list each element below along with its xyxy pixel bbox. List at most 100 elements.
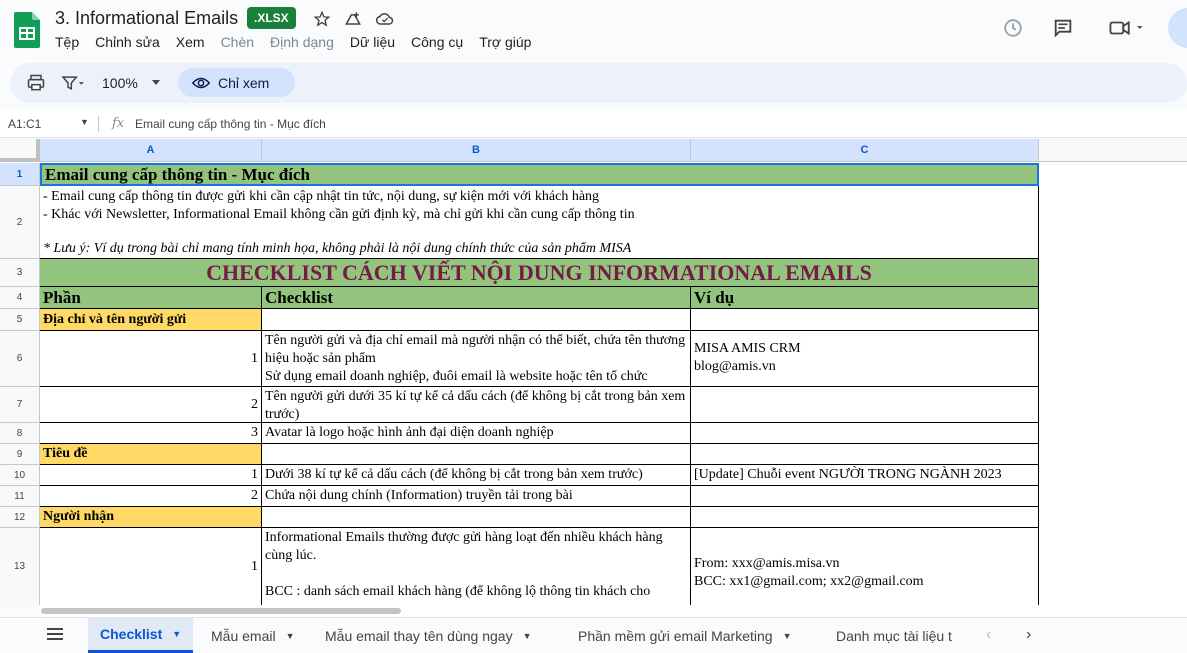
cell-c10[interactable]: [Update] Chuỗi event NGƯỜI TRONG NGÀNH 2… [691, 465, 1039, 486]
cell-b6-line-2: Sử dụng email doanh nghiệp, đuôi email l… [265, 369, 648, 384]
cell-b11[interactable]: Chứa nội dung chính (Information) truyền… [262, 486, 691, 507]
cell-a9-section[interactable]: Tiêu đề [40, 444, 262, 465]
cell-a5-section[interactable]: Địa chỉ và tên người gửi [40, 309, 262, 331]
name-box[interactable]: A1:C1 [8, 117, 41, 131]
formula-divider [98, 116, 99, 132]
cell-c8[interactable] [691, 423, 1039, 444]
row-header-4[interactable]: 4 [0, 287, 40, 309]
cell-a3-checklist-title[interactable]: CHECKLIST CÁCH VIẾT NỘI DUNG INFORMATION… [40, 259, 1039, 287]
column-header-b[interactable]: B [262, 139, 691, 162]
cell-c13-line-1: From: xxx@amis.misa.vn [694, 556, 840, 571]
row-header-7[interactable]: 7 [0, 387, 40, 423]
cell-b8[interactable]: Avatar là logo hoặc hình ảnh đại diện do… [262, 423, 691, 444]
cell-b5[interactable] [262, 309, 691, 331]
cell-b13[interactable]: Informational Emails thường được gửi hàn… [262, 528, 691, 605]
cell-c4-header[interactable]: Ví dụ [691, 287, 1039, 309]
cell-b10[interactable]: Dưới 38 kí tự kể cả dấu cách (để không b… [262, 465, 691, 486]
cell-b9[interactable] [262, 444, 691, 465]
cell-c7[interactable] [691, 387, 1039, 423]
cell-a1-title[interactable]: Email cung cấp thông tin - Mục đích [40, 163, 1039, 186]
menu-help[interactable]: Trợ giúp [479, 34, 531, 50]
row-header-2[interactable]: 2 [0, 186, 40, 259]
sheet-tab-mau-email-thay-ten[interactable]: Mẫu email thay tên dùng ngay ▼ [325, 618, 532, 653]
row-header-12[interactable]: 12 [0, 507, 40, 528]
cloud-saved-icon[interactable] [375, 9, 395, 29]
eye-icon [192, 77, 210, 88]
row-header-10[interactable]: 10 [0, 465, 40, 486]
formula-bar: A1:C1 ▼ fx Email cung cấp thông tin - Mụ… [0, 110, 1187, 138]
row-header-5[interactable]: 5 [0, 309, 40, 331]
cell-a11-number[interactable]: 2 [40, 486, 262, 507]
move-to-drive-icon[interactable] [343, 9, 363, 29]
cell-a6-number[interactable]: 1 [40, 331, 262, 387]
row-header-9[interactable]: 9 [0, 444, 40, 465]
chevron-down-icon: ▼ [172, 629, 182, 639]
sheet-tab-label: Mẫu email [211, 627, 276, 644]
star-icon[interactable] [312, 9, 332, 29]
comments-icon[interactable] [1050, 15, 1076, 41]
sheet-tab-label: Checklist [100, 626, 163, 642]
view-only-button[interactable]: Chỉ xem [178, 68, 295, 97]
cell-a2-description[interactable]: - Email cung cấp thông tin được gửi khi … [40, 186, 1039, 259]
chevron-down-icon: ▼ [522, 630, 532, 641]
select-all-corner[interactable] [0, 139, 40, 162]
cell-b12[interactable] [262, 507, 691, 528]
row-header-13[interactable]: 13 [0, 528, 40, 605]
cell-a13-number[interactable]: 1 [40, 528, 262, 605]
cell-b6[interactable]: Tên người gửi và địa chỉ email mà người … [262, 331, 691, 387]
menu-file[interactable]: Tệp [55, 34, 79, 50]
menu-insert: Chèn [220, 34, 255, 50]
scroll-tabs-right-icon[interactable]: › [1026, 626, 1031, 644]
version-history-icon[interactable] [1000, 15, 1026, 41]
cell-a12-section[interactable]: Người nhận [40, 507, 262, 528]
avatar[interactable] [1168, 8, 1187, 48]
sheet-tab-checklist[interactable]: Checklist ▼ [88, 618, 194, 653]
cell-c9[interactable] [691, 444, 1039, 465]
cell-c13[interactable]: From: xxx@amis.misa.vn BCC: xx1@gmail.co… [691, 528, 1039, 605]
chevron-down-icon: ▼ [285, 630, 295, 641]
filter-icon[interactable] [58, 73, 88, 93]
cell-c6[interactable]: MISA AMIS CRM blog@amis.vn [691, 331, 1039, 387]
zoom-select[interactable]: 100% [102, 75, 160, 91]
cell-a4-header[interactable]: Phần [40, 287, 262, 309]
row-header-6[interactable]: 6 [0, 331, 40, 387]
horizontal-scrollbar[interactable] [40, 605, 1187, 617]
cell-a10-number[interactable]: 1 [40, 465, 262, 486]
name-box-chevron-icon[interactable]: ▼ [80, 117, 89, 127]
menu-view[interactable]: Xem [176, 34, 205, 50]
row-header-1[interactable]: 1 [0, 163, 40, 186]
scroll-tabs-left-icon[interactable]: ‹ [986, 626, 991, 644]
cell-c11[interactable] [691, 486, 1039, 507]
cell-b7[interactable]: Tên người gửi dưới 35 kí tự kể cả dấu cá… [262, 387, 691, 423]
menu-data[interactable]: Dữ liệu [350, 34, 395, 50]
column-header-c[interactable]: C [691, 139, 1039, 162]
formula-input[interactable]: Email cung cấp thông tin - Mục đích [135, 117, 326, 131]
meet-video-icon[interactable] [1104, 15, 1148, 41]
sheet-tab-mau-email[interactable]: Mẫu email ▼ [211, 618, 295, 653]
chevron-down-icon: ▼ [782, 630, 792, 641]
cell-c12[interactable] [691, 507, 1039, 528]
menu-edit[interactable]: Chỉnh sửa [95, 34, 160, 50]
sheet-tab-danh-muc[interactable]: Danh mục tài liệu t [836, 618, 968, 653]
row-header-3[interactable]: 3 [0, 259, 40, 287]
cell-c5[interactable] [691, 309, 1039, 331]
print-icon[interactable] [26, 73, 46, 93]
document-title[interactable]: 3. Informational Emails [55, 8, 238, 29]
row-header-8[interactable]: 8 [0, 423, 40, 444]
cell-c13-line-2: BCC: xx1@gmail.com; xx2@gmail.com [694, 574, 924, 589]
column-header-a[interactable]: A [40, 139, 262, 162]
google-sheets-logo-icon[interactable] [14, 12, 40, 48]
cell-a7-number[interactable]: 2 [40, 387, 262, 423]
scrollbar-thumb[interactable] [41, 608, 401, 614]
cell-c6-line-1: MISA AMIS CRM [694, 341, 801, 356]
all-sheets-menu-icon[interactable] [46, 627, 64, 646]
row-header-11[interactable]: 11 [0, 486, 40, 507]
menu-tools[interactable]: Công cụ [411, 34, 463, 50]
menu-bar: Tệp Chỉnh sửa Xem Chèn Định dạng Dữ liệu… [55, 34, 547, 50]
cell-c6-line-2: blog@amis.vn [694, 359, 776, 374]
sheet-tab-phan-mem[interactable]: Phần mềm gửi email Marketing ▼ [578, 618, 791, 653]
cell-b4-header[interactable]: Checklist [262, 287, 691, 309]
description-line-1: - Email cung cấp thông tin được gửi khi … [43, 189, 600, 204]
cell-a8-number[interactable]: 3 [40, 423, 262, 444]
